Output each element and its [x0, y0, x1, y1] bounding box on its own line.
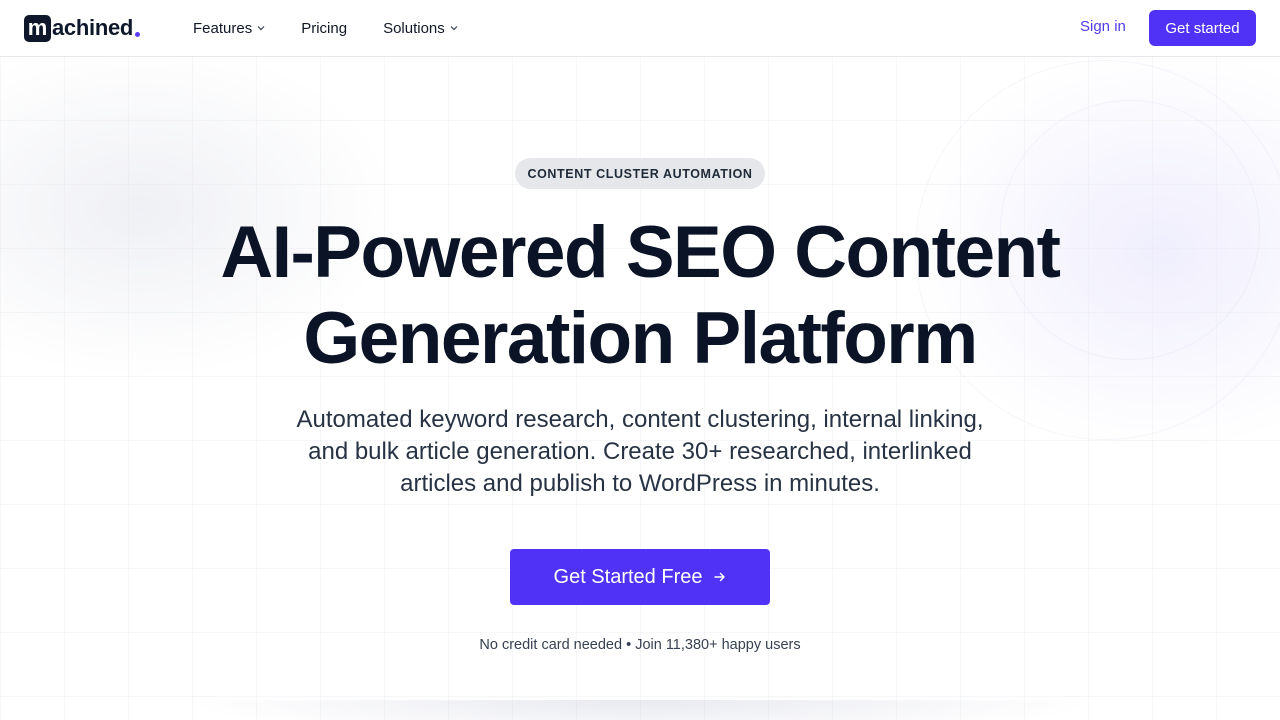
get-started-button[interactable]: Get started: [1149, 10, 1256, 46]
nav-item-solutions[interactable]: Solutions: [383, 20, 458, 37]
nav-item-pricing[interactable]: Pricing: [301, 20, 347, 37]
logo-dot: [135, 32, 141, 37]
nav-item-label: Features: [193, 19, 253, 37]
landing-page: m achined Features Pricing Solutions Sig…: [0, 0, 1280, 720]
hero-subtitle-line: articles and publish to WordPress in min…: [400, 470, 880, 497]
hero-title-line: Generation Platform: [303, 298, 978, 379]
main-nav: Features Pricing Solutions: [193, 0, 494, 56]
nav-item-label: Pricing: [301, 19, 348, 37]
site-header: m achined Features Pricing Solutions Sig…: [0, 0, 1280, 57]
cta-label: Get Started Free: [553, 565, 703, 588]
hero-badge: CONTENT CLUSTER AUTOMATION: [515, 158, 765, 189]
hero-title-line: AI-Powered SEO Content: [220, 212, 1061, 293]
nav-item-features[interactable]: Features: [193, 20, 265, 37]
hero-title: AI-Powered SEO Content Generation Platfo…: [140, 210, 1140, 382]
chevron-down-icon: [450, 26, 458, 31]
hero-subtitle: Automated keyword research, content clus…: [250, 404, 1030, 500]
get-started-free-button[interactable]: Get Started Free: [510, 549, 770, 605]
logo-wordmark: achined: [52, 15, 134, 40]
nav-item-label: Solutions: [383, 19, 445, 37]
arrow-right-icon: [714, 572, 726, 582]
hero-note: No credit card needed • Join 11,380+ hap…: [479, 637, 801, 653]
sign-in-link[interactable]: Sign in: [1080, 18, 1126, 35]
logo[interactable]: m achined: [24, 14, 141, 42]
hero-subtitle-line: and bulk article generation. Create 30+ …: [308, 438, 972, 465]
hero-subtitle-line: Automated keyword research, content clus…: [296, 406, 984, 433]
logo-mark: m: [24, 14, 51, 42]
chevron-down-icon: [257, 26, 265, 31]
background-bottom-fade: [180, 700, 1100, 720]
